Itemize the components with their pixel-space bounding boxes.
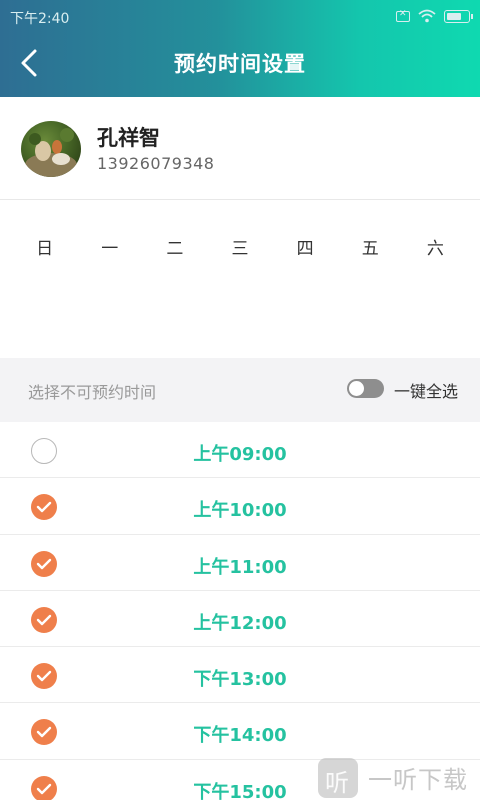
weekday-thursday[interactable]: 四: [273, 234, 338, 259]
weekday-monday[interactable]: 一: [77, 234, 142, 259]
weekday-wednesday[interactable]: 三: [207, 234, 272, 259]
avatar-photo: [25, 128, 77, 177]
profile-card: 孔祥智 13926079348: [0, 97, 480, 200]
status-bar: 下午2:40: [0, 0, 480, 32]
wifi-icon: [418, 9, 436, 23]
status-time: 下午2:40: [10, 11, 70, 27]
time-slot[interactable]: 上午10:00: [0, 478, 480, 535]
time-slot-list: 上午09:00 上午10:00 上午11:00 上午12:00 下午13:00 …: [0, 422, 480, 800]
selection-bar: 选择不可预约时间 一键全选: [0, 358, 480, 422]
battery-charging-icon: [444, 9, 473, 23]
avatar: [21, 121, 81, 177]
slot-time: 上午09:00: [193, 444, 287, 465]
page-title: 预约时间设置: [174, 52, 306, 76]
slot-time: 上午12:00: [193, 612, 287, 634]
slot-time: 下午14:00: [193, 725, 287, 747]
no-sim-icon: [396, 9, 410, 22]
weekday-saturday[interactable]: 六: [403, 234, 468, 259]
time-slot[interactable]: 下午13:00: [0, 647, 480, 704]
weekday-sunday[interactable]: 日: [12, 234, 77, 259]
app-root: 下午2:40 预约时间设置: [0, 0, 480, 800]
watermark: 一听下载: [318, 755, 480, 800]
time-slot[interactable]: 下午14:00: [0, 703, 480, 760]
status-icons: [396, 9, 473, 23]
time-slot[interactable]: 上午09:00: [0, 422, 480, 479]
time-slot[interactable]: 上午11:00: [0, 534, 480, 591]
header: 下午2:40 预约时间设置: [0, 0, 480, 97]
select-all-toggle[interactable]: [347, 379, 384, 398]
time-slot[interactable]: 上午12:00: [0, 590, 480, 648]
weekday-friday[interactable]: 五: [338, 234, 403, 259]
watermark-text: 一听下载: [368, 766, 468, 794]
weekday-selector: 日 一 二 三 四 五 六: [0, 200, 480, 358]
watermark-logo-icon: [318, 757, 358, 798]
user-phone: 13926079348: [97, 154, 215, 173]
user-name: 孔祥智: [97, 126, 160, 150]
weekday-tuesday[interactable]: 二: [142, 234, 207, 259]
toggle-knob: [349, 381, 364, 396]
slot-time: 下午13:00: [193, 669, 287, 691]
slot-time: 上午11:00: [193, 556, 287, 578]
select-all-label[interactable]: 一键全选: [394, 378, 458, 402]
slot-time: 上午10:00: [193, 500, 287, 522]
selection-hint: 选择不可预约时间: [28, 383, 157, 402]
